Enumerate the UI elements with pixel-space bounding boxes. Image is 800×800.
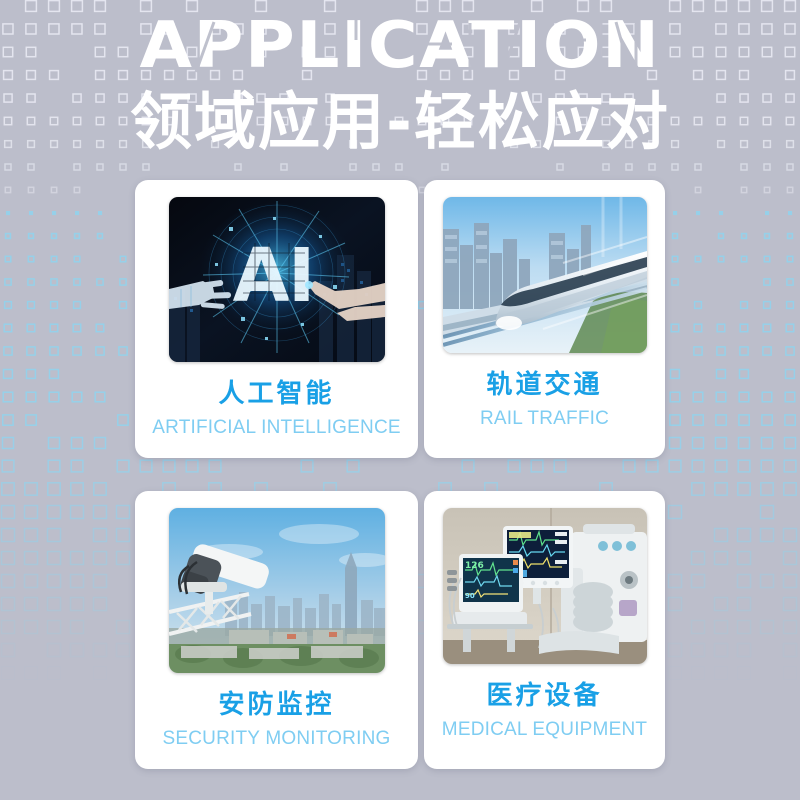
thumbnail-rail-traffic xyxy=(442,197,647,353)
application-domains-poster: APPLICATION 领域应用-轻松应对 AI 人工智能 ARTIFICIAL… xyxy=(0,0,800,800)
page-title-english: APPLICATION xyxy=(139,9,661,83)
svg-text:126: 126 xyxy=(465,561,484,571)
card-title-chinese: 轨道交通 xyxy=(486,370,603,400)
thumbnail-medical-equipment: 126 90 xyxy=(442,508,647,664)
application-card-grid: AI 人工智能 ARTIFICIAL INTELLIGENCE 轨道交通 RAI… xyxy=(135,180,665,770)
card-title-english: SECURITY MONITORING xyxy=(162,728,391,749)
card-title-english: ARTIFICIAL INTELLIGENCE xyxy=(152,417,401,438)
card-security-monitoring[interactable]: 安防监控 SECURITY MONITORING xyxy=(135,491,418,769)
card-title-chinese: 安防监控 xyxy=(218,690,335,720)
stencil-slash-overlay xyxy=(194,20,638,73)
card-artificial-intelligence[interactable]: AI 人工智能 ARTIFICIAL INTELLIGENCE xyxy=(135,180,418,458)
card-rail-traffic[interactable]: 轨道交通 RAIL TRAFFIC xyxy=(424,180,665,458)
card-title-english: RAIL TRAFFIC xyxy=(479,408,610,429)
svg-text:90: 90 xyxy=(465,592,475,600)
card-title-chinese: 人工智能 xyxy=(218,379,335,409)
card-medical-equipment[interactable]: 126 90 医疗设备 MEDICAL EQUIPMENT xyxy=(424,491,665,769)
thumbnail-artificial-intelligence: AI xyxy=(168,197,385,362)
card-title-chinese: 医疗设备 xyxy=(486,681,603,711)
page-title-chinese: 领域应用-轻松应对 xyxy=(130,85,670,158)
svg-text:AI: AI xyxy=(232,233,313,319)
card-title-english: MEDICAL EQUIPMENT xyxy=(441,719,648,740)
thumbnail-security-monitoring xyxy=(168,508,385,673)
